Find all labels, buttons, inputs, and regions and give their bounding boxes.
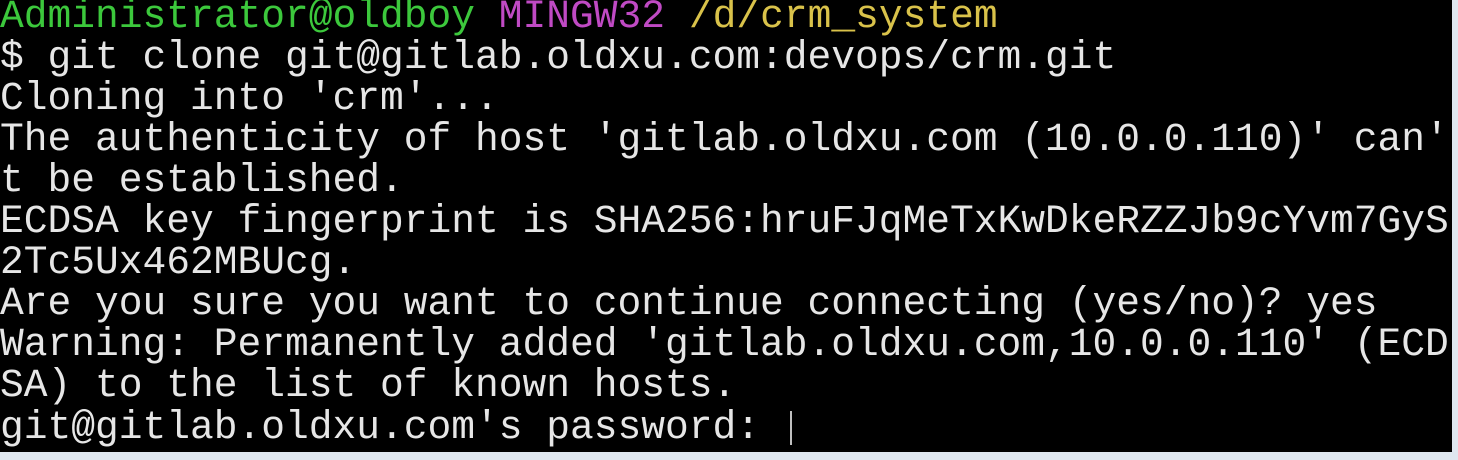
password-prompt-line[interactable]: git@gitlab.oldxu.com's password: bbox=[0, 405, 792, 450]
terminal-line-output: The authenticity of host 'gitlab.oldxu.c… bbox=[0, 117, 1449, 162]
terminal-window[interactable]: Administrator@oldboy MINGW32 /d/crm_syst… bbox=[0, 0, 1452, 452]
terminal-line-output: ECDSA key fingerprint is SHA256:hruFJqMe… bbox=[0, 199, 1449, 244]
terminal-line-output: Cloning into 'crm'... bbox=[0, 76, 499, 121]
prompt-user-host: Administrator@oldboy bbox=[0, 0, 476, 39]
shell-prompt: Administrator@oldboy MINGW32 /d/crm_syst… bbox=[0, 0, 998, 38]
terminal-line-output: Are you sure you want to continue connec… bbox=[0, 281, 1378, 326]
terminal-line-output: Warning: Permanently added 'gitlab.oldxu… bbox=[0, 322, 1449, 367]
terminal-line-output: t be established. bbox=[0, 158, 404, 203]
prompt-shell: MINGW32 bbox=[498, 0, 666, 39]
terminal-line-output: SA) to the list of known hosts. bbox=[0, 363, 737, 408]
password-prompt: git@gitlab.oldxu.com's password: bbox=[0, 405, 784, 450]
terminal-line-command: $ git clone git@gitlab.oldxu.com:devops/… bbox=[0, 35, 1117, 80]
prompt-path: /d/crm_system bbox=[688, 0, 998, 39]
window-right-border bbox=[1452, 0, 1458, 460]
text-cursor bbox=[789, 410, 792, 445]
terminal-line-output: 2Tc5Ux462MBUcg. bbox=[0, 240, 357, 285]
window-bottom-border bbox=[0, 452, 1458, 460]
